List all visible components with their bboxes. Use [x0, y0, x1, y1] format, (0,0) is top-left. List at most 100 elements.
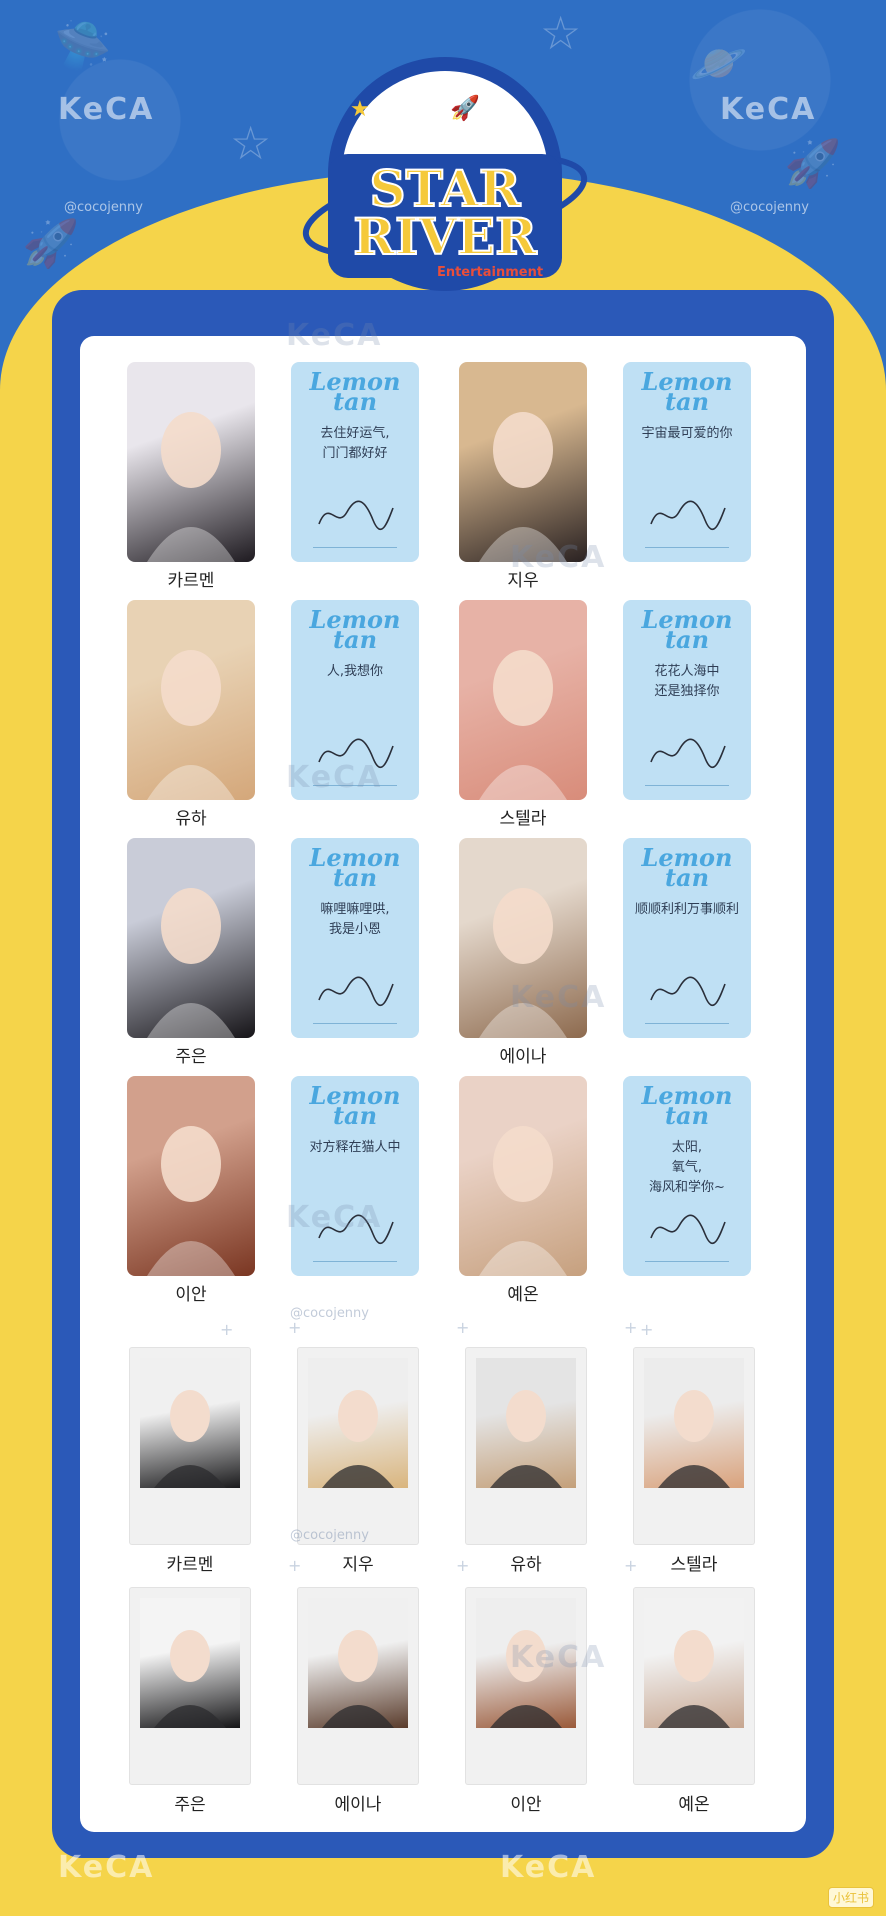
lemon-tan-logo: Lemon tan: [309, 605, 401, 654]
member-name: 이안: [175, 1285, 207, 1305]
lemon-tan-logo: Lemon tan: [641, 605, 733, 654]
plus-marker-icon: +: [456, 1318, 470, 1337]
portrait-icon: [147, 1126, 235, 1276]
portrait-icon: [479, 1126, 567, 1276]
portrait-icon: [154, 1390, 226, 1488]
photocard-photo: [127, 838, 255, 1038]
star-doodle-icon: ☆: [540, 6, 582, 60]
handwritten-note: 宇宙最可爱的你: [641, 426, 733, 441]
back-divider: [645, 1261, 729, 1262]
lemon-tan-logo: Lemon tan: [641, 1081, 733, 1130]
watermark-keca: KeCA: [286, 760, 383, 795]
star-icon: ★: [350, 97, 370, 122]
back-divider: [645, 785, 729, 786]
back-divider: [645, 1023, 729, 1024]
handwritten-note: 花花人海中 还是独择你: [654, 664, 720, 699]
plus-marker-icon: +: [288, 1556, 302, 1575]
portrait-icon: [147, 888, 235, 1038]
plus-marker-icon: +: [624, 1318, 638, 1337]
back-divider: [313, 1023, 397, 1024]
member-name: 예온: [507, 1285, 539, 1305]
signature-icon: [650, 976, 726, 1007]
logo-subtitle: Entertainment: [437, 265, 543, 280]
polaroid-card: [130, 1348, 250, 1544]
photocard-back: Lemon tan 去住好运气, 门门都好好: [291, 362, 419, 562]
lemon-tan-logo: Lemon tan: [309, 843, 401, 892]
handwritten-note: 对方释在猫人中: [309, 1140, 401, 1155]
lemon-tan-logo: Lemon tan: [641, 843, 733, 892]
member-name: 주은: [175, 1047, 207, 1067]
plus-marker-icon: +: [220, 1320, 234, 1339]
footer-tag: 小红书: [827, 1887, 874, 1908]
member-name: 카르멘: [166, 1555, 214, 1575]
watermark-keca: KeCA: [510, 1640, 607, 1675]
watermark-keca: KeCA: [510, 540, 607, 575]
watermark-keca: KeCA: [58, 92, 155, 127]
plus-marker-icon: +: [640, 1320, 654, 1339]
planet-doodle-icon: 🪐: [690, 36, 748, 90]
lemon-tan-logo: Lemon tan: [309, 1081, 401, 1130]
member-name: 카르멘: [167, 571, 215, 591]
photocard-photo: [459, 1076, 587, 1276]
starriver-logo: STAR RIVER Entertainment ★ 🚀: [302, 57, 588, 291]
rocket-doodle-icon: 🚀: [784, 136, 842, 190]
portrait-icon: [322, 1390, 394, 1488]
signature-icon: [318, 500, 394, 531]
polaroid-card: [466, 1348, 586, 1544]
member-name: 에이나: [499, 1047, 547, 1067]
polaroid-photo: [308, 1358, 408, 1488]
watermark-handle: @cocojenny: [290, 1306, 369, 1321]
polaroid-card: [298, 1348, 418, 1544]
watermark-keca: KeCA: [286, 1200, 383, 1235]
member-name: 예온: [678, 1795, 710, 1815]
portrait-icon: [154, 1630, 226, 1728]
polaroid-card: [634, 1588, 754, 1784]
member-name: 유하: [175, 809, 207, 829]
photocard-back: Lemon tan 嘛哩嘛哩哄, 我是小恩: [291, 838, 419, 1038]
watermark-handle: @cocojenny: [290, 1528, 369, 1543]
photocard-photo: [127, 1076, 255, 1276]
polaroid-photo: [308, 1598, 408, 1728]
watermark-keca: KeCA: [286, 318, 383, 353]
photocard-photo: [459, 362, 587, 562]
portrait-icon: [658, 1630, 730, 1728]
photocard-photo: [127, 362, 255, 562]
handwritten-note: 顺顺利利万事顺利: [634, 902, 739, 917]
polaroid-photo: [644, 1358, 744, 1488]
rocket-doodle-icon: 🚀: [22, 216, 80, 270]
photocard-back: Lemon tan 太阳, 氧气, 海风和学你~: [623, 1076, 751, 1276]
watermark-handle: @cocojenny: [64, 200, 143, 215]
polaroid-card: [130, 1588, 250, 1784]
photocard-photo: [127, 600, 255, 800]
portrait-icon: [479, 650, 567, 800]
lemon-tan-logo: Lemon tan: [309, 367, 401, 416]
portrait-icon: [147, 412, 235, 562]
watermark-keca: KeCA: [500, 1850, 597, 1885]
back-divider: [313, 1261, 397, 1262]
watermark-keca: KeCA: [58, 1850, 155, 1885]
member-name: 에이나: [334, 1795, 382, 1815]
polaroid-photo: [140, 1598, 240, 1728]
photocard-photo: [459, 600, 587, 800]
portrait-icon: [490, 1390, 562, 1488]
handwritten-note: 去住好运气, 门门都好好: [320, 426, 390, 461]
handwritten-note: 太阳, 氧气, 海风和学你~: [649, 1140, 725, 1195]
polaroid-card: [466, 1588, 586, 1784]
photocard-back: Lemon tan 顺顺利利万事顺利: [623, 838, 751, 1038]
signature-icon: [650, 1214, 726, 1245]
back-divider: [313, 547, 397, 548]
photocard-back: Lemon tan 宇宙最可爱的你: [623, 362, 751, 562]
portrait-icon: [479, 412, 567, 562]
handwritten-note: 人,我想你: [326, 664, 384, 679]
signature-icon: [650, 500, 726, 531]
lemon-tan-logo: Lemon tan: [641, 367, 733, 416]
watermark-handle: @cocojenny: [730, 200, 809, 215]
member-name: 이안: [510, 1795, 542, 1815]
polaroid-card: [298, 1588, 418, 1784]
signature-icon: [650, 738, 726, 769]
logo-line2: RIVER: [353, 207, 537, 266]
plus-marker-icon: +: [624, 1556, 638, 1575]
photocard-back: Lemon tan 花花人海中 还是独择你: [623, 600, 751, 800]
photocard-back: Lemon tan 对方释在猫人中: [291, 1076, 419, 1276]
member-name: 주은: [174, 1795, 206, 1815]
